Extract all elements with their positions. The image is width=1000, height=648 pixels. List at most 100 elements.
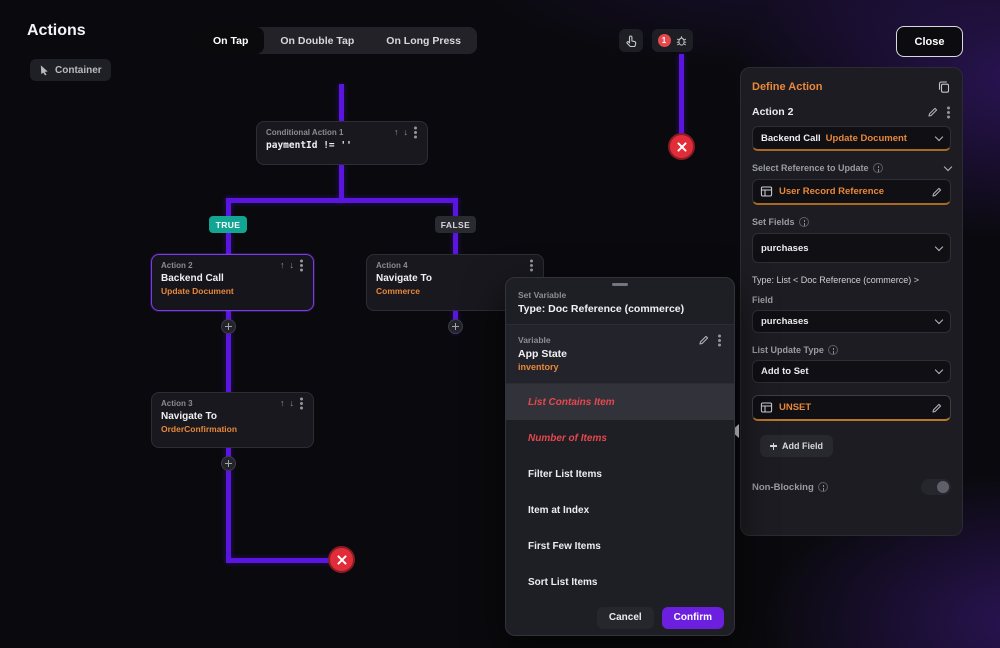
chevron-down-icon [934, 365, 944, 375]
node-title: Action 3 [161, 399, 193, 408]
non-blocking-toggle[interactable] [921, 479, 951, 495]
actions-editor: Actions On Tap On Double Tap On Long Pre… [0, 0, 1000, 648]
field-dropdown[interactable]: purchases [752, 310, 951, 333]
action-type-dropdown[interactable]: Backend Call Update Document [752, 126, 951, 151]
kebab-menu-icon[interactable] [300, 402, 303, 405]
option-list-contains-item[interactable]: List Contains Item [506, 384, 734, 420]
close-button[interactable]: Close [896, 26, 963, 57]
reference-label: Select Reference to Update [752, 163, 869, 173]
info-icon [798, 217, 809, 227]
copy-icon[interactable] [937, 80, 951, 94]
false-branch-badge: FALSE [435, 216, 476, 233]
end-flow-button[interactable] [668, 133, 695, 160]
close-x-icon [676, 141, 688, 153]
variable-name: inventory [518, 362, 559, 372]
reference-field[interactable]: User Record Reference [752, 179, 951, 205]
variable-label: Variable [518, 335, 551, 345]
selected-element-chip[interactable]: Container [30, 59, 111, 81]
reference-value: User Record Reference [779, 186, 885, 197]
kebab-menu-icon[interactable] [530, 264, 533, 267]
node-title: Conditional Action 1 [266, 128, 344, 137]
info-icon [872, 163, 883, 173]
edit-pencil-icon[interactable] [931, 186, 943, 198]
variable-scope: App State [518, 348, 568, 360]
action2-node[interactable]: Action 2 ↑ ↓ Backend Call Update Documen… [151, 254, 314, 311]
info-icon [827, 345, 838, 355]
move-down-icon[interactable]: ↓ [290, 261, 295, 270]
edit-pencil-icon[interactable] [931, 402, 943, 414]
option-filter-list-items[interactable]: Filter List Items [506, 456, 734, 492]
list-update-label: List Update Type [752, 345, 824, 355]
selected-element-label: Container [55, 64, 102, 76]
node-action-type: Navigate To [161, 411, 217, 422]
chevron-down-icon [934, 242, 944, 251]
tab-on-tap[interactable]: On Tap [197, 27, 265, 54]
field-dropdown-value: purchases [761, 316, 809, 327]
connector-branch-horizontal [226, 198, 458, 203]
field-type-info: Type: List < Doc Reference (commerce) > [752, 275, 920, 285]
connector-cond-out [339, 164, 344, 202]
panel-action-name: Action 2 [752, 106, 794, 118]
end-flow-button[interactable] [328, 546, 355, 573]
info-icon [817, 482, 828, 492]
plus-icon [770, 442, 777, 450]
chevron-down-icon [934, 132, 944, 141]
option-first-few-items[interactable]: First Few Items [506, 528, 734, 564]
add-field-label: Add Field [782, 441, 823, 451]
gesture-button[interactable] [619, 29, 643, 52]
panel-title: Define Action [752, 81, 823, 93]
set-fields-label: Set Fields [752, 217, 795, 227]
move-up-icon[interactable]: ↑ [394, 128, 399, 137]
move-up-icon[interactable]: ↑ [280, 261, 285, 270]
kebab-menu-icon[interactable] [414, 131, 417, 134]
variable-card[interactable]: Variable App State inventory [506, 324, 734, 384]
chevron-down-icon [934, 315, 944, 325]
tab-on-double-tap[interactable]: On Double Tap [264, 27, 370, 54]
node-action-type: Backend Call [161, 273, 224, 284]
kebab-menu-icon[interactable] [300, 264, 303, 267]
cursor-icon [39, 64, 50, 76]
node-title: Action 2 [161, 261, 193, 270]
define-action-panel: Define Action Action 2 Backend Call Upda… [740, 67, 963, 536]
edit-pencil-icon[interactable] [927, 106, 939, 118]
bug-icon [675, 34, 688, 47]
conditional-action-node[interactable]: Conditional Action 1 ↑ ↓ paymentId != '' [256, 121, 428, 165]
add-action-button[interactable] [448, 319, 463, 334]
edit-pencil-icon[interactable] [698, 334, 710, 346]
node-action-detail: OrderConfirmation [161, 424, 238, 434]
move-down-icon[interactable]: ↓ [290, 399, 295, 408]
add-field-button[interactable]: Add Field [760, 435, 833, 457]
non-blocking-label: Non-Blocking [752, 481, 814, 493]
connector-top [339, 84, 344, 122]
action-type-value: Backend Call [761, 132, 821, 144]
true-branch-badge: TRUE [209, 216, 247, 233]
move-down-icon[interactable]: ↓ [404, 128, 409, 137]
close-x-icon [336, 554, 348, 566]
condition-expression: paymentId != '' [266, 140, 352, 151]
action3-node[interactable]: Action 3 ↑ ↓ Navigate To OrderConfirmati… [151, 392, 314, 448]
unset-value-field[interactable]: UNSET [752, 395, 951, 421]
move-up-icon[interactable]: ↑ [280, 399, 285, 408]
field-label: Field [752, 295, 774, 305]
confirm-button[interactable]: Confirm [661, 606, 724, 629]
add-action-button[interactable] [221, 319, 236, 334]
plus-icon [225, 460, 232, 467]
gesture-icon [624, 34, 638, 48]
option-sort-list-items[interactable]: Sort List Items [506, 564, 734, 600]
option-item-at-index[interactable]: Item at Index [506, 492, 734, 528]
node-title: Action 4 [376, 261, 408, 270]
collapse-chevron-icon[interactable] [943, 162, 953, 171]
list-update-dropdown[interactable]: Add to Set [752, 360, 951, 383]
trigger-tabbar: On Tap On Double Tap On Long Press [197, 27, 477, 54]
add-action-button[interactable] [221, 456, 236, 471]
kebab-menu-icon[interactable] [718, 338, 721, 342]
option-number-of-items[interactable]: Number of Items [506, 420, 734, 456]
debug-button[interactable]: 1 [652, 29, 693, 52]
popup-kicker: Set Variable [518, 290, 567, 300]
plus-icon [225, 323, 232, 330]
node-action-detail: Update Document [161, 286, 234, 296]
tab-on-long-press[interactable]: On Long Press [370, 27, 477, 54]
kebab-menu-icon[interactable] [947, 110, 950, 114]
fields-dropdown[interactable]: purchases [752, 233, 951, 263]
cancel-button[interactable]: Cancel [596, 606, 654, 629]
